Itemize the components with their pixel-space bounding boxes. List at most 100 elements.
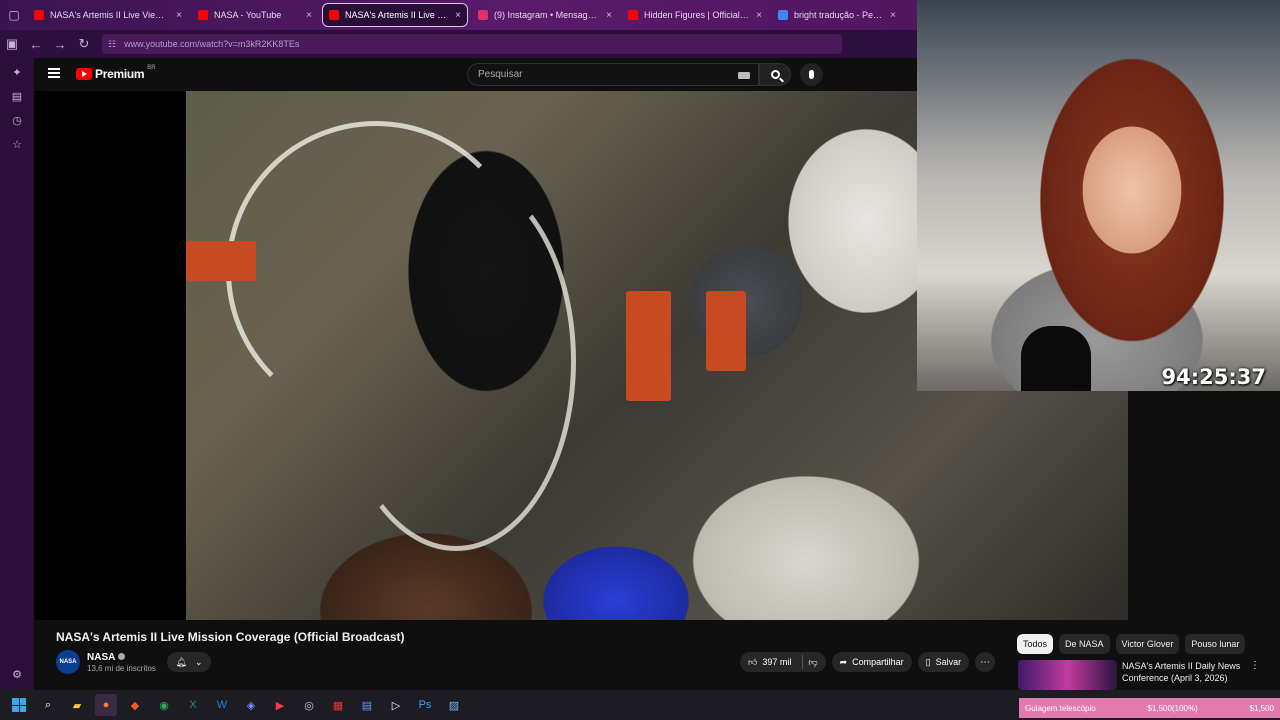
firefox-icon[interactable]: ● <box>95 694 117 716</box>
favorites-icon[interactable]: ☆ <box>0 132 34 156</box>
recommended-video[interactable]: NASA's Artemis II Daily News Conference … <box>1018 658 1280 690</box>
share-icon: ➦ <box>839 656 848 667</box>
bell-icon: 🔔︎ <box>175 656 187 667</box>
save-button[interactable]: ▯ Salvar <box>917 652 970 672</box>
video-title: NASA's Artemis II Live Mission Coverage … <box>56 630 405 644</box>
brave-icon[interactable]: ◆ <box>124 694 146 716</box>
goal-progress-text: $1,500(100%) <box>1147 703 1198 713</box>
search-input[interactable]: Pesquisar <box>467 63 759 86</box>
chrome-icon[interactable]: ◉ <box>153 694 175 716</box>
tab-favicon-icon <box>329 10 339 20</box>
filter-chip[interactable]: Victor Glover <box>1115 634 1180 654</box>
tab-title: NASA's Artemis II Live Views fr <box>50 10 171 20</box>
subscription-bell-button[interactable]: 🔔︎ ⌄ <box>167 652 211 672</box>
browser-tab[interactable]: NASA - YouTube × <box>192 3 318 27</box>
subscriber-count: 13,6 mi de inscritos <box>87 664 156 673</box>
workspaces-icon[interactable]: ▢ <box>0 0 28 30</box>
browser-tab[interactable]: (9) Instagram • Mensagens × <box>472 3 618 27</box>
goal-label: Guiagem telescópio <box>1025 703 1096 713</box>
back-icon[interactable]: ← <box>24 30 48 58</box>
like-count: 397 mil <box>762 657 792 667</box>
obs-icon[interactable]: ◎ <box>298 694 320 716</box>
close-tab-icon[interactable]: × <box>455 10 461 21</box>
excel-icon[interactable]: X <box>182 694 204 716</box>
recommended-title[interactable]: NASA's Artemis II Daily News Conference … <box>1122 660 1250 684</box>
reading-list-icon[interactable]: ▤ <box>0 84 34 108</box>
app-icon[interactable]: ◈ <box>240 694 262 716</box>
share-button[interactable]: ➦ Compartilhar <box>831 652 912 672</box>
filter-chip[interactable]: De NASA <box>1059 634 1110 654</box>
save-label: Salvar <box>935 657 962 667</box>
cable <box>336 171 576 551</box>
url-text: www.youtube.com/watch?v=m3kR2KK8TEs <box>124 39 300 49</box>
voice-search-button[interactable] <box>800 63 823 86</box>
more-options-icon[interactable]: ⋮ <box>1250 660 1260 671</box>
browser-tab[interactable]: bright tradução - Pesquisa Goo × <box>772 3 902 27</box>
verified-icon <box>118 653 126 660</box>
browser-tab[interactable]: Hidden Figures | Official Trailer × <box>622 3 768 27</box>
close-tab-icon[interactable]: × <box>890 10 896 21</box>
photoshop-icon[interactable]: Ps <box>414 694 436 716</box>
tab-title: (9) Instagram • Mensagens <box>494 10 601 20</box>
notepad-icon[interactable]: ▤ <box>356 694 378 716</box>
start-button[interactable] <box>8 694 30 716</box>
tab-title: Hidden Figures | Official Trailer <box>644 10 751 20</box>
media-player-icon[interactable]: ▶ <box>269 694 291 716</box>
thumbs-up-icon: 👍︎ <box>748 656 758 667</box>
windows-logo-icon <box>12 698 26 712</box>
youtube-logo[interactable]: Premium BR <box>76 65 156 81</box>
taskbar-search-icon[interactable]: ⌕ <box>37 694 59 716</box>
search-button[interactable] <box>759 63 791 86</box>
url-field[interactable]: ☷ www.youtube.com/watch?v=m3kR2KK8TEs <box>102 34 842 54</box>
browser-tab[interactable]: NASA's Artemis II Live Views fr × <box>28 3 188 27</box>
search-placeholder: Pesquisar <box>478 69 523 80</box>
filter-chip[interactable]: Todos <box>1017 634 1054 654</box>
channel-name[interactable]: NASA <box>87 652 126 663</box>
tab-favicon-icon <box>628 10 638 20</box>
settings-icon[interactable]: ⚙ <box>0 662 34 686</box>
sidebar-toggle-icon[interactable]: ▣ <box>0 30 24 58</box>
streamer-microphone <box>1021 326 1091 391</box>
close-tab-icon[interactable]: × <box>756 10 762 21</box>
menu-icon[interactable] <box>48 68 60 78</box>
goal-amount: $1,500 <box>1249 703 1274 713</box>
microphone-icon <box>809 70 814 79</box>
orange-equipment <box>706 291 746 371</box>
forward-icon[interactable]: → <box>48 30 72 58</box>
like-button[interactable]: 👍︎ 397 mil 👎︎ <box>740 652 826 672</box>
channel-avatar[interactable]: NASA <box>56 650 80 674</box>
close-tab-icon[interactable]: × <box>306 10 312 21</box>
browser-tab[interactable]: NASA's Artemis II Live Mission × <box>322 3 468 27</box>
close-tab-icon[interactable]: × <box>606 10 612 21</box>
close-tab-icon[interactable]: × <box>176 10 182 21</box>
meter-icon[interactable]: ▦ <box>327 694 349 716</box>
stream-timer: 94:25:37 <box>1161 365 1266 389</box>
bookmark-icon: ▯ <box>925 656 931 667</box>
image-viewer-icon[interactable]: ▨ <box>443 694 465 716</box>
orange-equipment <box>626 291 671 401</box>
thumbs-down-icon[interactable]: 👎︎ <box>808 657 817 668</box>
player-icon[interactable]: ▷ <box>385 694 407 716</box>
youtube-header: Premium BR Pesquisar <box>34 58 917 91</box>
donation-goal-bar: Guiagem telescópio $1,500(100%) $1,500 <box>1019 698 1280 718</box>
word-icon[interactable]: W <box>211 694 233 716</box>
webcam-overlay: 94:25:37 <box>917 0 1280 391</box>
like-divider <box>802 655 804 669</box>
filter-chip[interactable]: Pouso lunar <box>1185 634 1246 654</box>
file-explorer-icon[interactable]: ▰ <box>66 694 88 716</box>
address-bar-row: ▣ ← → ↻ ☷ www.youtube.com/watch?v=m3kR2K… <box>0 30 917 58</box>
tab-title: NASA - YouTube <box>214 10 282 20</box>
recommended-thumbnail[interactable] <box>1018 660 1117 690</box>
share-label: Compartilhar <box>852 657 904 667</box>
tab-favicon-icon <box>478 10 488 20</box>
chevron-down-icon: ⌄ <box>194 656 203 667</box>
keyboard-icon[interactable] <box>738 72 750 79</box>
more-actions-button[interactable]: ⋯ <box>975 652 996 672</box>
reload-icon[interactable]: ↻ <box>72 30 96 58</box>
history-icon[interactable]: ◷ <box>0 108 34 132</box>
ai-icon[interactable]: ✦ <box>0 60 34 84</box>
browser-sidebar: ✦ ▤ ◷ ☆ ⚙ <box>0 58 34 690</box>
tab-title: NASA's Artemis II Live Mission <box>345 10 449 20</box>
tab-favicon-icon <box>34 10 44 20</box>
site-info-icon[interactable]: ☷ <box>108 39 116 50</box>
